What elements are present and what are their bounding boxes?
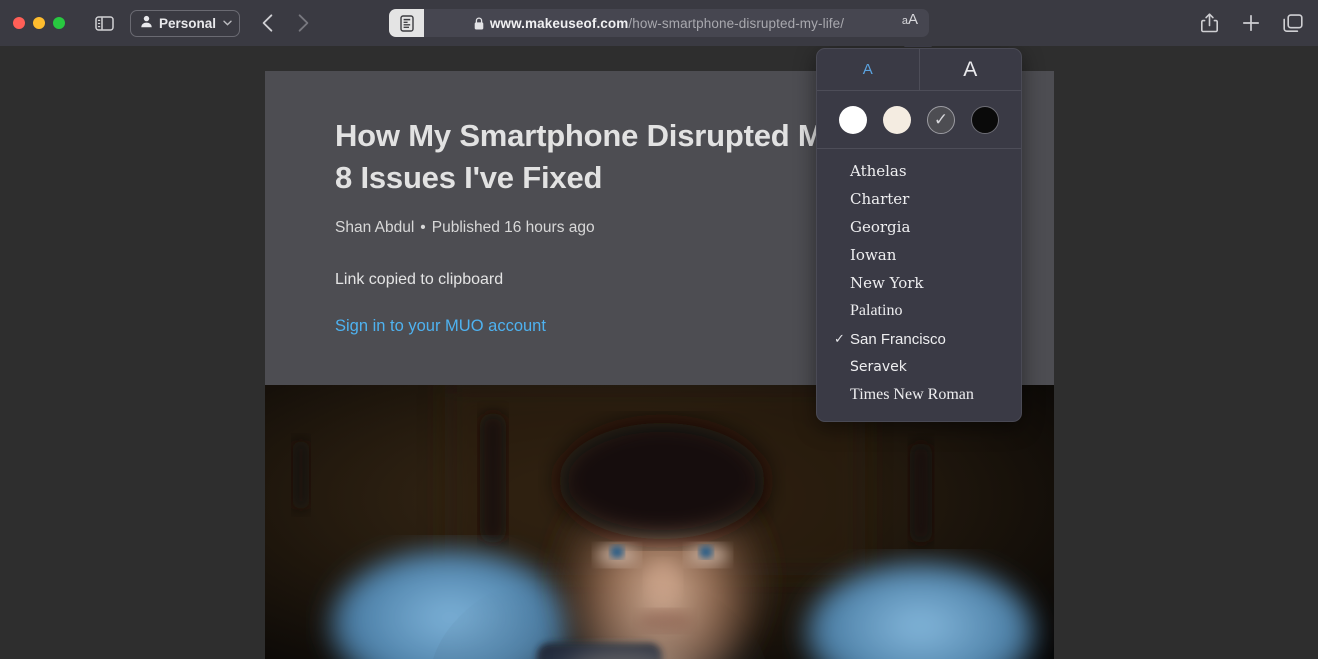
font-option-georgia[interactable]: Georgia: [817, 213, 1021, 241]
browser-toolbar: Personal www.makeuseof.com/how-smartphon…: [0, 0, 1318, 46]
toolbar-right-buttons: [1194, 0, 1308, 46]
font-list: Athelas Charter Georgia Iowan New York P…: [817, 149, 1021, 421]
lock-icon: [474, 17, 484, 30]
font-size-row: A A: [817, 49, 1021, 91]
url-display: www.makeuseof.com/how-smartphone-disrupt…: [389, 9, 929, 37]
theme-black-swatch[interactable]: [971, 105, 999, 134]
byline-separator: •: [420, 219, 426, 236]
font-option-label: Palatino: [850, 302, 903, 319]
theme-swatch-row: ✓: [817, 91, 1021, 149]
font-option-label: Times New Roman: [850, 386, 974, 403]
font-option-athelas[interactable]: Athelas: [817, 157, 1021, 185]
profile-button[interactable]: Personal: [130, 9, 241, 37]
popover-arrow: [904, 46, 932, 47]
article-published: Published 16 hours ago: [431, 219, 595, 236]
decrease-font-size-button[interactable]: A: [817, 49, 919, 90]
article-author: Shan Abdul: [335, 219, 415, 236]
theme-sepia-swatch[interactable]: [883, 105, 911, 134]
font-option-san-francisco[interactable]: ✓ San Francisco: [817, 325, 1021, 353]
font-option-iowan[interactable]: Iowan: [817, 241, 1021, 269]
font-option-label: San Francisco: [850, 330, 946, 348]
page-content-area: How My Smartphone Disrupted My Life: 8 I…: [0, 46, 1318, 659]
font-option-label: Seravek: [850, 359, 907, 375]
font-option-label: Athelas: [850, 162, 907, 180]
reader-mode-icon[interactable]: [389, 9, 424, 37]
font-option-label: Georgia: [850, 218, 911, 236]
chevron-down-icon: [223, 18, 232, 28]
theme-gray-swatch[interactable]: ✓: [927, 105, 955, 134]
close-window-button[interactable]: [13, 17, 25, 29]
font-option-charter[interactable]: Charter: [817, 185, 1021, 213]
appearance-popover: A A ✓ Athelas Charter Georgia Iowan New …: [816, 48, 1022, 422]
tabs-icon[interactable]: [1278, 8, 1308, 38]
minimize-window-button[interactable]: [33, 17, 45, 29]
browser-window: Personal www.makeuseof.com/how-smartphon…: [0, 0, 1318, 659]
back-button[interactable]: [254, 10, 280, 36]
url-text: www.makeuseof.com/how-smartphone-disrupt…: [490, 16, 844, 31]
font-option-label: Iowan: [850, 246, 897, 264]
font-option-seravek[interactable]: Seravek: [817, 353, 1021, 381]
sidebar-toggle-icon[interactable]: [91, 10, 117, 36]
font-option-palatino[interactable]: Palatino: [817, 297, 1021, 325]
plus-icon[interactable]: [1236, 8, 1266, 38]
font-option-new-york[interactable]: New York: [817, 269, 1021, 297]
address-bar[interactable]: www.makeuseof.com/how-smartphone-disrupt…: [389, 9, 929, 37]
font-option-times-new-roman[interactable]: Times New Roman: [817, 381, 1021, 409]
share-icon[interactable]: [1194, 8, 1224, 38]
zoom-window-button[interactable]: [53, 17, 65, 29]
window-traffic-lights: [13, 17, 65, 29]
person-icon: [140, 15, 153, 31]
increase-font-size-button[interactable]: A: [920, 49, 1022, 90]
font-option-label: Charter: [850, 190, 910, 208]
profile-label: Personal: [159, 15, 217, 31]
article-hero-image: [265, 385, 1054, 659]
url-host: www.makeuseof.com: [489, 15, 629, 31]
font-option-label: New York: [850, 274, 924, 292]
forward-button[interactable]: [290, 10, 316, 36]
page-appearance-button[interactable]: aA: [894, 11, 926, 35]
sign-in-link[interactable]: Sign in to your MUO account: [335, 317, 546, 336]
url-path: /how-smartphone-disrupted-my-life/: [628, 15, 845, 31]
selected-check-icon: ✓: [834, 331, 845, 346]
theme-white-swatch[interactable]: [839, 105, 867, 134]
navigation-arrows: [254, 10, 316, 36]
selected-check-icon: ✓: [933, 110, 949, 129]
aa-big-label: A: [908, 11, 919, 28]
